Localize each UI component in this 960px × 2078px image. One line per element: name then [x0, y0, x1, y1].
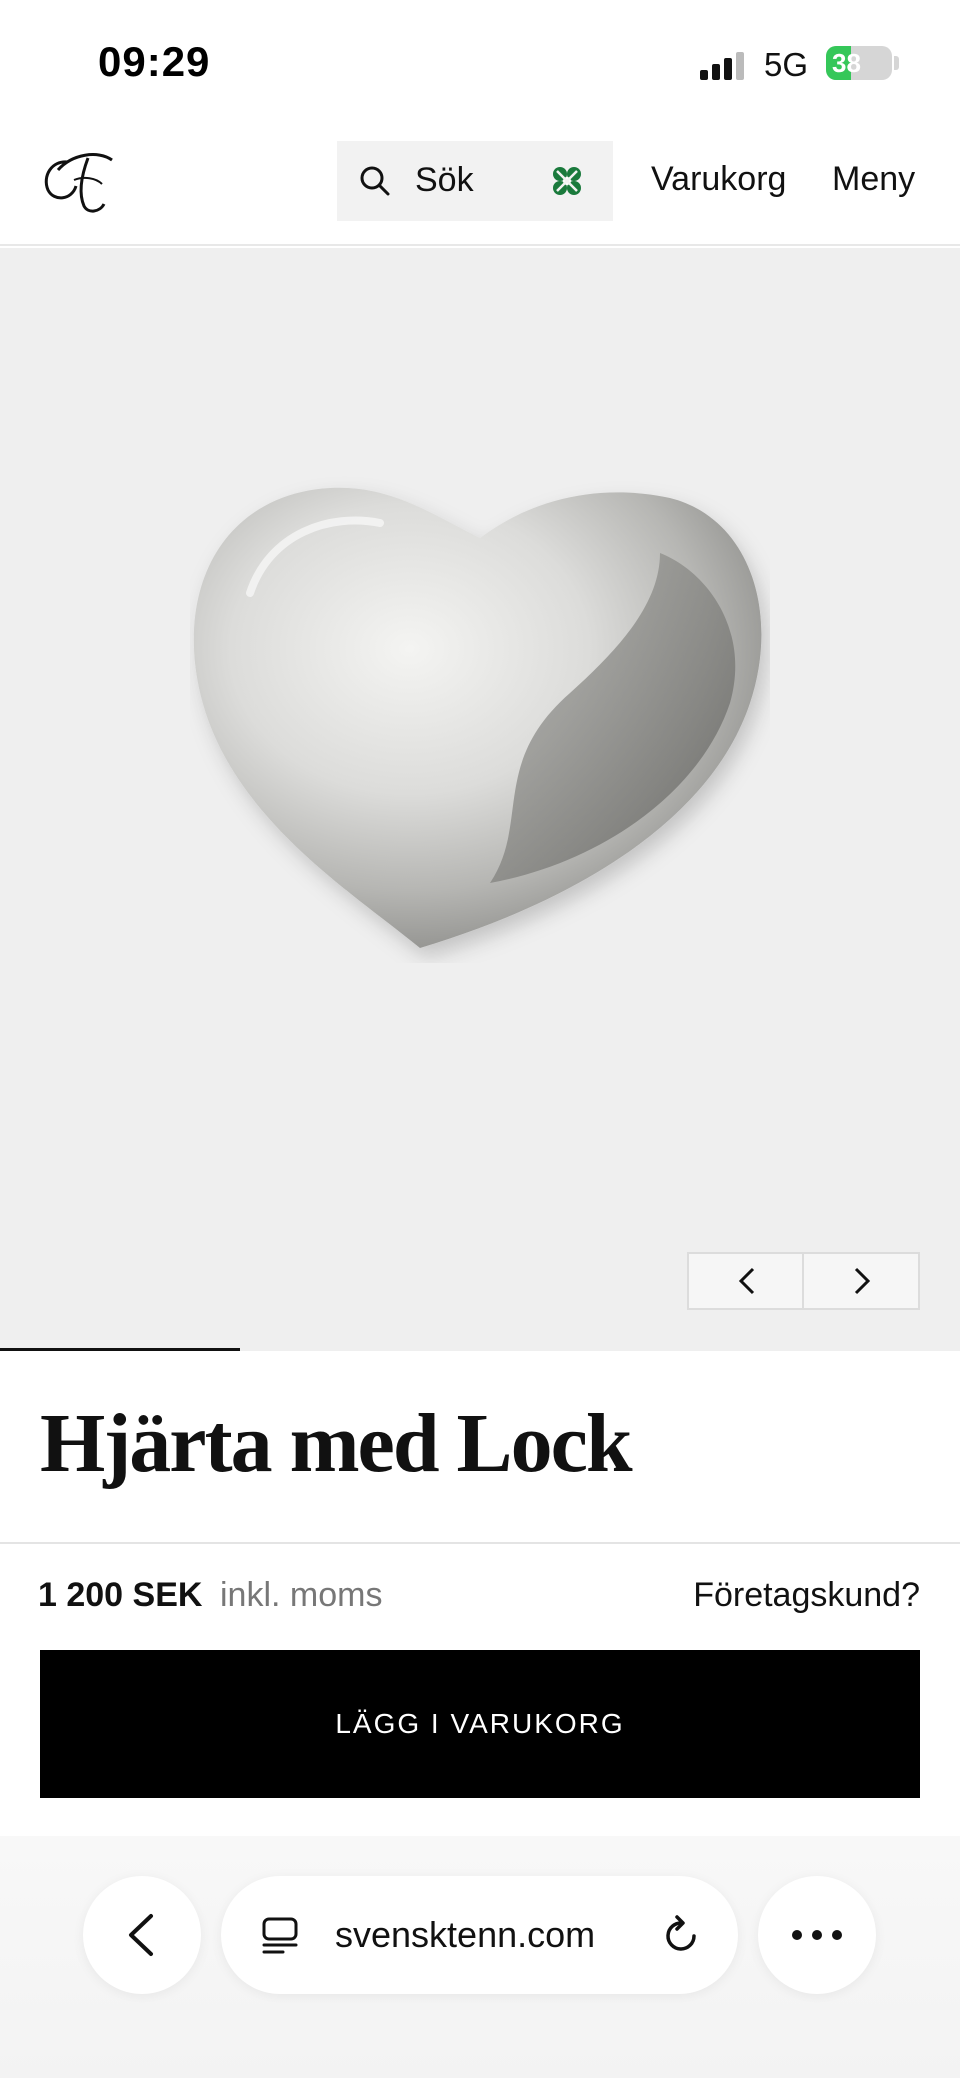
- battery-icon: 38: [826, 46, 892, 80]
- product-title: Hjärta med Lock: [40, 1397, 633, 1490]
- more-dots-icon: [792, 1930, 842, 1940]
- price-note: inkl. moms: [220, 1576, 383, 1614]
- product-price: 1 200 SEK: [38, 1576, 203, 1614]
- status-time: 09:29: [98, 38, 211, 85]
- add-to-cart-button[interactable]: LÄGG I VARUKORG: [40, 1650, 920, 1798]
- gallery-controls: [687, 1252, 920, 1310]
- product-image: [193, 487, 762, 948]
- chevron-left-icon: [738, 1267, 755, 1295]
- business-customer-link[interactable]: Företagskund?: [693, 1576, 920, 1615]
- search-label: Sök: [415, 161, 474, 199]
- gallery-prev-button[interactable]: [689, 1254, 804, 1308]
- nav-cart-link[interactable]: Varukorg: [651, 160, 786, 199]
- gallery-progress-bar: [0, 1348, 960, 1351]
- nav-menu-link[interactable]: Meny: [832, 160, 915, 199]
- monogram-logo-icon[interactable]: [38, 140, 118, 220]
- reload-icon[interactable]: [661, 1914, 703, 1956]
- battery-tip: [894, 56, 899, 70]
- reader-mode-icon: [262, 1917, 298, 1954]
- signal-icon: [700, 50, 750, 80]
- gallery-next-button[interactable]: [804, 1254, 919, 1308]
- url-text: svensktenn.com: [335, 1914, 596, 1955]
- battery-percent: 38: [832, 48, 861, 78]
- chevron-right-icon: [854, 1267, 871, 1295]
- chevron-left-icon: [129, 1914, 153, 1956]
- gallery-progress-fill: [0, 1348, 240, 1351]
- status-bar: 09:29 5G 38: [0, 0, 960, 120]
- browser-back-button[interactable]: [83, 1876, 201, 1994]
- product-image-gallery[interactable]: [0, 248, 960, 1350]
- divider: [0, 1542, 960, 1544]
- address-bar[interactable]: svensktenn.com: [221, 1876, 738, 1994]
- site-header: Sök Varukorg Meny: [0, 120, 960, 246]
- browser-toolbar: svensktenn.com: [0, 1836, 960, 2078]
- search-icon: [360, 166, 390, 196]
- four-leaf-clover-icon: [553, 167, 581, 195]
- network-type: 5G: [764, 46, 809, 83]
- browser-more-button[interactable]: [758, 1876, 876, 1994]
- search-button[interactable]: Sök: [337, 141, 613, 221]
